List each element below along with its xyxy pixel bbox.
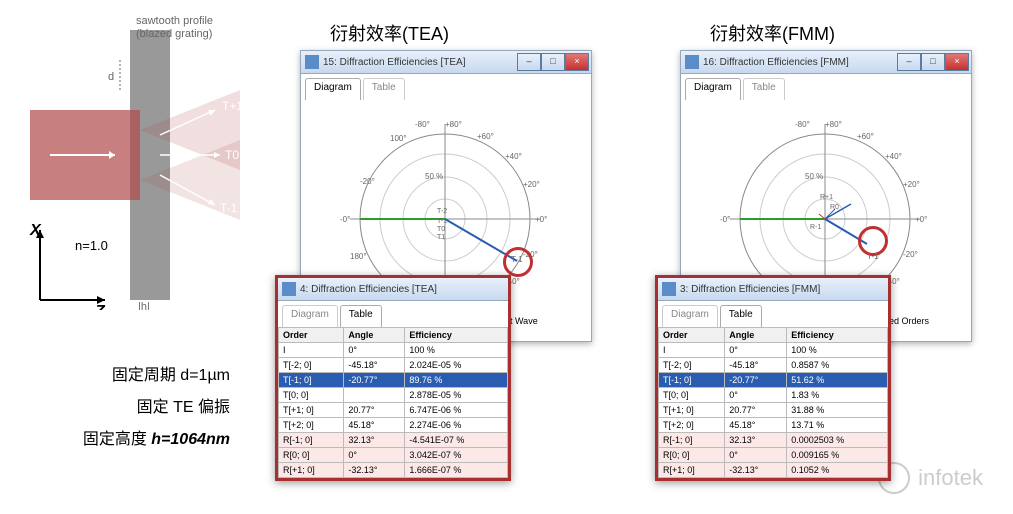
- svg-text:R0: R0: [830, 204, 839, 211]
- table-row[interactable]: T[-1; 0]-20.77°51.62 %: [659, 373, 888, 388]
- svg-text:d: d: [108, 71, 114, 83]
- fmm-heading: 衍射效率(FMM): [710, 20, 835, 46]
- maximize-button[interactable]: □: [921, 53, 945, 71]
- fmm-table-title: 3: Diffraction Efficiencies [FMM]: [680, 284, 820, 295]
- table-row[interactable]: T[0; 0]2.878E-05 %: [279, 388, 508, 403]
- fmm-table: OrderAngleEfficiency I0°100 %T[-2; 0]-45…: [658, 327, 888, 478]
- svg-text:+40°: +40°: [885, 152, 902, 161]
- svg-text:+0°: +0°: [535, 215, 547, 224]
- svg-text:-20°: -20°: [360, 177, 375, 186]
- tea-window-title: 15: Diffraction Efficiencies [TEA]: [323, 57, 465, 68]
- window-icon: [685, 55, 699, 69]
- tea-table-window: 4: Diffraction Efficiencies [TEA] Diagra…: [275, 275, 511, 481]
- window-icon: [305, 55, 319, 69]
- tab-table[interactable]: Table: [363, 78, 405, 100]
- svg-text:180°: 180°: [350, 252, 367, 261]
- t-minus1: T-1: [220, 201, 238, 215]
- table-row[interactable]: T[-2; 0]-45.18°2.024E-05 %: [279, 358, 508, 373]
- svg-text:+40°: +40°: [505, 152, 522, 161]
- svg-text:50 %: 50 %: [805, 172, 823, 181]
- tab-table[interactable]: Table: [743, 78, 785, 100]
- tab-diagram[interactable]: Diagram: [282, 305, 338, 327]
- window-icon: [282, 282, 296, 296]
- tab-table[interactable]: Table: [340, 305, 382, 327]
- svg-text:-80°: -80°: [415, 120, 430, 129]
- tab-diagram[interactable]: Diagram: [662, 305, 718, 327]
- table-row[interactable]: R[+1; 0]-32.13°1.666E-07 %: [279, 463, 508, 478]
- svg-text:+20°: +20°: [903, 180, 920, 189]
- svg-text:|h|: |h|: [138, 301, 150, 310]
- table-row[interactable]: T[-1; 0]-20.77°89.76 %: [279, 373, 508, 388]
- grating-diagram: T+1 T0 T-1 n=1.0 n=1.5 sawtooth profile …: [20, 10, 250, 310]
- svg-text:+0°: +0°: [915, 215, 927, 224]
- svg-text:50 %: 50 %: [425, 172, 443, 181]
- minimize-button[interactable]: –: [517, 53, 541, 71]
- minimize-button[interactable]: –: [897, 53, 921, 71]
- tab-diagram[interactable]: Diagram: [305, 78, 361, 100]
- svg-text:T0: T0: [437, 226, 445, 233]
- t-plus1: T+1: [222, 99, 243, 113]
- fmm-table-window: 3: Diffraction Efficiencies [FMM] Diagra…: [655, 275, 891, 481]
- table-row[interactable]: I0°100 %: [659, 343, 888, 358]
- fmm-window-title: 16: Diffraction Efficiencies [FMM]: [703, 57, 849, 68]
- svg-text:R-1: R-1: [810, 224, 821, 231]
- parameter-text: 固定周期 d=1µm 固定 TE 偏振 固定高度 h=1064nm: [30, 360, 230, 456]
- tab-table[interactable]: Table: [720, 305, 762, 327]
- table-row[interactable]: R[0; 0]0°0.009165 %: [659, 448, 888, 463]
- svg-text:(blazed grating): (blazed grating): [136, 28, 212, 40]
- table-row[interactable]: T[+1; 0]20.77°31.88 %: [659, 403, 888, 418]
- svg-text:T1: T1: [437, 234, 445, 241]
- t-minus1-label: T-1: [511, 255, 523, 264]
- svg-text:-0°: -0°: [340, 215, 350, 224]
- svg-text:-20°: -20°: [903, 250, 918, 259]
- maximize-button[interactable]: □: [541, 53, 565, 71]
- svg-text:T-2: T-2: [437, 208, 447, 215]
- table-row[interactable]: R[-1; 0]32.13°-4.541E-07 %: [279, 433, 508, 448]
- svg-text:-0°: -0°: [720, 215, 730, 224]
- svg-text:+60°: +60°: [477, 132, 494, 141]
- svg-text:T-1: T-1: [437, 218, 447, 225]
- svg-text:-80°: -80°: [795, 120, 810, 129]
- table-row[interactable]: T[0; 0]0°1.83 %: [659, 388, 888, 403]
- tea-table: OrderAngleEfficiency I0°100 %T[-2; 0]-45…: [278, 327, 508, 478]
- tab-diagram[interactable]: Diagram: [685, 78, 741, 100]
- t-minus1-label: T-1: [867, 252, 879, 261]
- svg-text:+20°: +20°: [523, 180, 540, 189]
- svg-text:R+1: R+1: [820, 194, 833, 201]
- svg-text:100°: 100°: [390, 134, 407, 143]
- table-row[interactable]: R[-1; 0]32.13°0.0002503 %: [659, 433, 888, 448]
- tea-table-title: 4: Diffraction Efficiencies [TEA]: [300, 284, 437, 295]
- table-row[interactable]: T[+2; 0]45.18°13.71 %: [659, 418, 888, 433]
- table-row[interactable]: T[+2; 0]45.18°2.274E-06 %: [279, 418, 508, 433]
- table-row[interactable]: I0°100 %: [279, 343, 508, 358]
- t0: T0: [225, 148, 239, 162]
- profile-label: sawtooth profile: [136, 15, 213, 27]
- table-row[interactable]: R[0; 0]0°3.042E-07 %: [279, 448, 508, 463]
- window-icon: [662, 282, 676, 296]
- n1: n=1.0: [75, 238, 108, 253]
- table-row[interactable]: T[+1; 0]20.77°6.747E-06 %: [279, 403, 508, 418]
- tea-heading: 衍射效率(TEA): [330, 20, 449, 46]
- close-button[interactable]: ×: [945, 53, 969, 71]
- n2: n=1.5: [170, 238, 203, 253]
- close-button[interactable]: ×: [565, 53, 589, 71]
- table-row[interactable]: T[-2; 0]-45.18°0.8587 %: [659, 358, 888, 373]
- svg-text:+80°: +80°: [825, 120, 842, 129]
- svg-text:+60°: +60°: [857, 132, 874, 141]
- svg-text:X: X: [29, 222, 42, 239]
- watermark: infotek: [878, 462, 983, 494]
- table-row[interactable]: R[+1; 0]-32.13°0.1052 %: [659, 463, 888, 478]
- svg-text:Z: Z: [94, 303, 106, 310]
- svg-text:+80°: +80°: [445, 120, 462, 129]
